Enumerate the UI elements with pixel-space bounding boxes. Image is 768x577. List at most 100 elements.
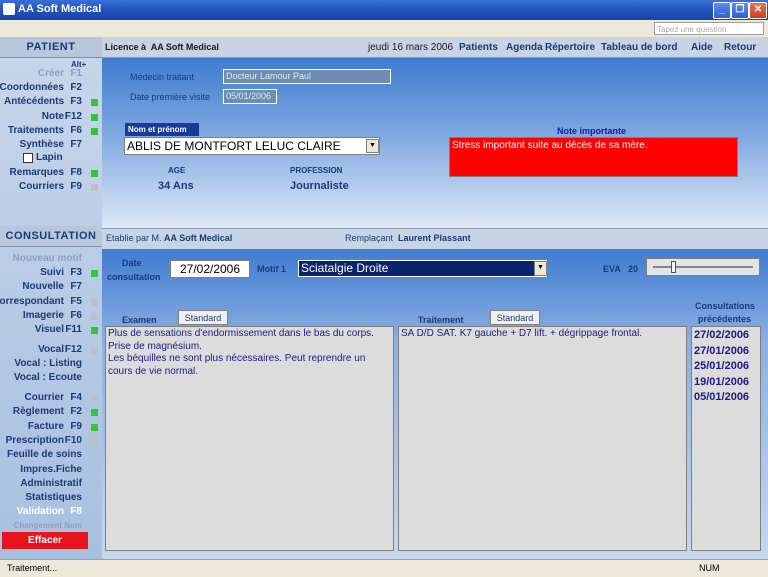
- nav-item-label: Impres.Fiche: [20, 463, 82, 475]
- nav-item-courrier[interactable]: Courrier F4: [0, 392, 88, 406]
- etablie-name: AA Soft Medical: [164, 233, 233, 243]
- nav-item-reglement[interactable]: Règlement F2: [0, 406, 88, 420]
- nav-item-traitements[interactable]: Traitements F6: [0, 125, 88, 139]
- nav-item-suivi[interactable]: Suivi F3: [0, 267, 88, 281]
- nav-item-facture[interactable]: Facture F9: [0, 421, 88, 435]
- nav-item-prescription[interactable]: Prescription F10: [0, 435, 88, 449]
- nav-agenda[interactable]: Agenda: [506, 42, 543, 53]
- nav-item-changement-nom[interactable]: Changement Nom: [0, 521, 88, 535]
- nav-item-label: Vocal: [38, 344, 64, 355]
- eva-slider[interactable]: [646, 258, 760, 276]
- nav-item-key: F6: [70, 309, 82, 321]
- medecin-field[interactable]: Docteur Lamour Paul: [223, 69, 391, 84]
- status-bar: Traitement... NUM: [0, 559, 768, 577]
- status-indicator: [91, 270, 98, 278]
- first-visit-label: Date première visite: [130, 92, 211, 102]
- nav-item-correspondant[interactable]: Correspondant F5: [0, 296, 88, 310]
- nav-item-key: F4: [70, 392, 82, 403]
- consultation-date-field[interactable]: 27/02/2006: [170, 260, 250, 278]
- menu-strip: [0, 20, 768, 38]
- medecin-label: Médecin traitant: [130, 72, 195, 82]
- nav-item-vocal-ecoute[interactable]: Vocal : Ecoute: [0, 372, 88, 386]
- restore-icon[interactable]: ❐: [731, 2, 749, 19]
- nav-item-impres-fiche[interactable]: Impres.Fiche: [0, 464, 88, 478]
- lapin-checkbox[interactable]: [23, 153, 33, 163]
- motif-value: Sciatalgie Droite: [299, 261, 534, 276]
- nav-item-vocal-listing[interactable]: Vocal : Listing: [0, 358, 88, 372]
- nav-item-nouveau-motif[interactable]: Nouveau motif: [0, 253, 88, 267]
- minimize-icon[interactable]: _: [713, 2, 731, 19]
- close-icon[interactable]: ✕: [749, 2, 767, 19]
- previous-consultation-item[interactable]: 19/01/2006: [694, 376, 749, 388]
- status-indicator: [91, 437, 98, 445]
- licence-label: Licence à AA Soft Medical: [105, 42, 219, 52]
- nav-item-synthese[interactable]: Synthèse F7: [0, 139, 88, 153]
- nav-item-key: F7: [70, 281, 82, 293]
- nav-item-statistiques[interactable]: Statistiques: [0, 492, 88, 506]
- nav-item-key: F5: [70, 295, 82, 307]
- nav-item-label: Courriers: [18, 181, 64, 192]
- nav-item-label: Correspondant: [0, 295, 64, 307]
- nav-item-key: F3: [70, 96, 82, 108]
- nav-item-visuel[interactable]: Visuel F11: [0, 324, 88, 338]
- nav-item-label: Imagerie: [22, 309, 64, 321]
- note-field[interactable]: Stress important suite au décès de sa mè…: [449, 137, 738, 177]
- previous-consultation-item[interactable]: 27/01/2006: [694, 345, 749, 357]
- motif-select[interactable]: Sciatalgie Droite ▼: [297, 259, 548, 278]
- current-date: jeudi 16 mars 2006: [368, 42, 454, 53]
- examen-textarea[interactable]: Plus de sensations d'endormissement dans…: [105, 326, 394, 551]
- chevron-down-icon[interactable]: ▼: [534, 261, 547, 276]
- nav-item-label: Facture: [27, 420, 64, 432]
- nav-item-label: Antécédents: [3, 96, 64, 108]
- nav-item-label: Changement Nom: [13, 520, 82, 530]
- nav-item-label: Vocal : Listing: [14, 358, 82, 370]
- patient-name-select[interactable]: ABLIS DE MONTFORT LELUC CLAIRE ▼: [124, 137, 380, 155]
- status-indicator: [91, 423, 98, 431]
- nav-item-creer[interactable]: Créer F1: [0, 68, 88, 82]
- first-visit-field[interactable]: 05/01/2006: [223, 89, 277, 104]
- nav-item-label: Note: [41, 110, 64, 122]
- status-indicator: [91, 127, 98, 135]
- nav-item-key: F2: [70, 406, 82, 418]
- nav-item-key: F6: [70, 124, 82, 136]
- chevron-down-icon[interactable]: ▼: [366, 139, 379, 153]
- nav-item-remarques[interactable]: Remarques F8: [0, 167, 88, 181]
- nav-item-antecedents[interactable]: Antécédents F3: [0, 96, 88, 110]
- consultation-section-header: CONSULTATION: [0, 226, 102, 247]
- status-indicator: [91, 113, 98, 121]
- ask-question-input[interactable]: Tapez une question: [654, 22, 764, 35]
- nav-item-nouvelle[interactable]: Nouvelle F7: [0, 281, 88, 295]
- eva-value: 20: [628, 264, 639, 274]
- nav-aide[interactable]: Aide: [691, 42, 713, 53]
- eva-slider-thumb[interactable]: [671, 261, 676, 273]
- nav-repertoire[interactable]: Répertoire: [545, 42, 595, 53]
- nav-item-label: Coordonnées: [0, 82, 64, 94]
- traitement-textarea[interactable]: SA D/D SAT. K7 gauche + D7 lift. + dégri…: [398, 326, 687, 551]
- nav-item-validation[interactable]: Validation F8: [0, 506, 88, 520]
- nav-item-vocal[interactable]: Vocal F12: [0, 344, 88, 358]
- nav-item-feuille-de-soins[interactable]: Feuille de soins: [0, 449, 88, 463]
- nav-item-key: F3: [70, 267, 82, 279]
- traitement-standard-button[interactable]: Standard: [490, 310, 540, 325]
- nav-item-courriers[interactable]: Courriers F9: [0, 181, 88, 195]
- remplacant-prefix: Remplaçant: [345, 233, 394, 243]
- name-label: Nom et prénom: [125, 123, 199, 136]
- previous-consultation-item[interactable]: 05/01/2006: [694, 391, 749, 403]
- licence-name: AA Soft Medical: [150, 42, 219, 52]
- nav-item-note[interactable]: Note F12: [0, 111, 88, 125]
- nav-retour[interactable]: Retour: [724, 42, 756, 53]
- examen-standard-button[interactable]: Standard: [178, 310, 228, 325]
- previous-consultation-item[interactable]: 25/01/2006: [694, 360, 749, 372]
- nav-item-label: Visuel: [34, 324, 64, 335]
- nav-patients[interactable]: Patients: [459, 42, 498, 53]
- nav-item-coordonnees[interactable]: Coordonnées F2: [0, 82, 88, 96]
- nav-item-administratif[interactable]: Administratif: [0, 478, 88, 492]
- previous-label-2: précédentes: [698, 314, 752, 324]
- nav-item-key: F7: [70, 139, 82, 150]
- date-label-2: consultation: [107, 272, 161, 282]
- nav-item-imagerie[interactable]: Imagerie F6: [0, 310, 88, 324]
- nav-item-label: Suivi: [40, 267, 64, 279]
- nav-tableau-de-bord[interactable]: Tableau de bord: [601, 42, 678, 53]
- previous-consultations-list[interactable]: 27/02/2006 27/01/2006 25/01/2006 19/01/2006…: [691, 326, 761, 551]
- previous-consultation-item[interactable]: 27/02/2006: [694, 329, 749, 341]
